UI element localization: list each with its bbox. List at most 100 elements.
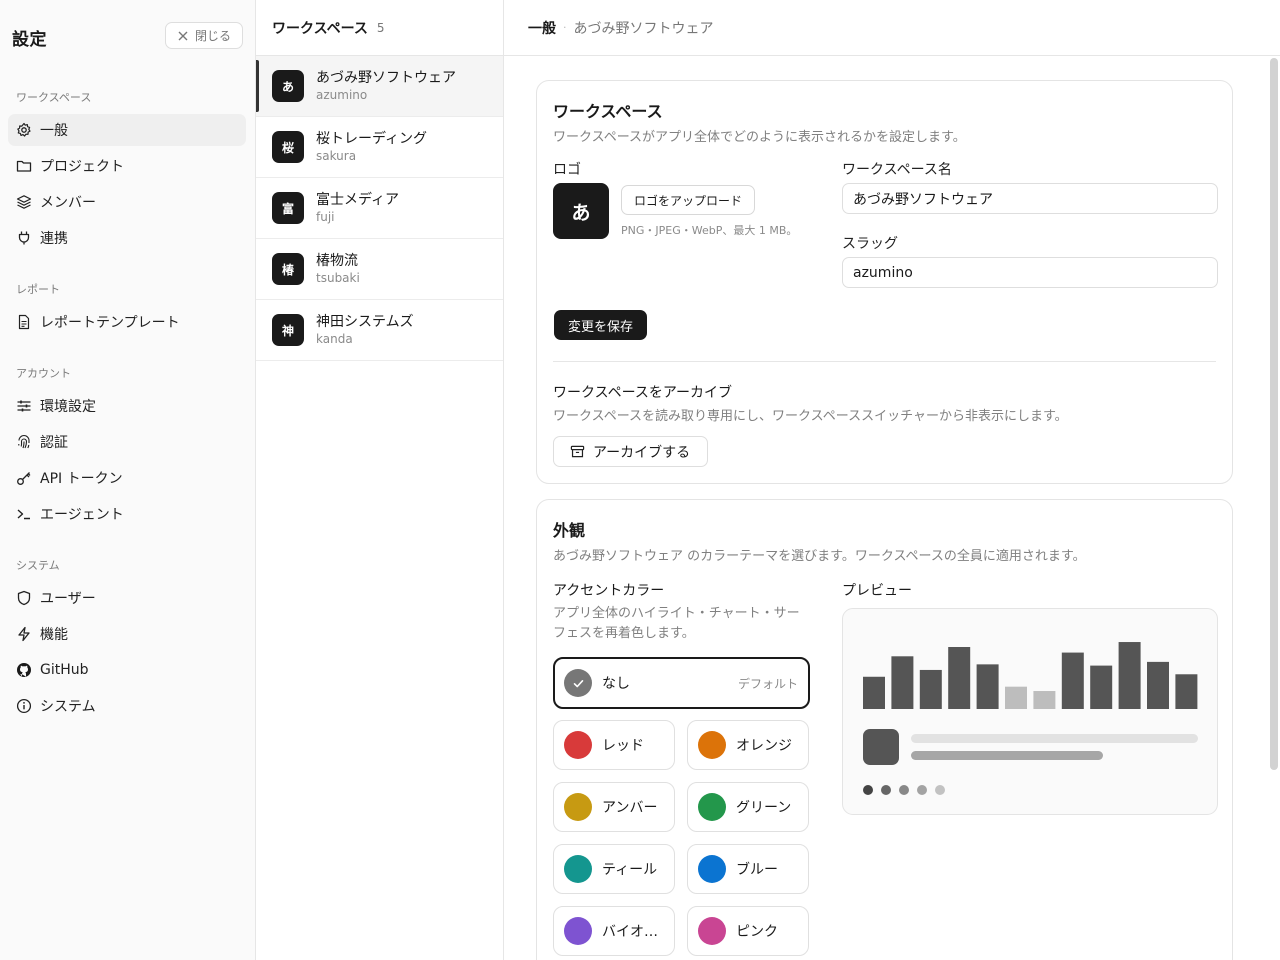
section-label-workspace: ワークスペース xyxy=(16,91,92,104)
color-option-blue[interactable]: ブルー xyxy=(687,844,809,894)
theme-preview xyxy=(842,608,1218,815)
color-option-label: ブルー xyxy=(736,862,778,878)
workspace-row-tsubaki[interactable]: 椿 椿物流 tsubaki xyxy=(256,239,503,300)
sidebar-item-projects[interactable]: プロジェクト xyxy=(8,150,246,182)
workspace-avatar: 神 xyxy=(272,314,304,346)
workspace-row-fuji[interactable]: 富 富士メディア fuji xyxy=(256,178,503,239)
preview-bar xyxy=(1147,661,1169,709)
workspace-name-label: ワークスペース名 xyxy=(842,162,952,178)
workspace-card-description: ワークスペースがアプリ全体でどのように表示されるかを設定します。 xyxy=(553,130,966,145)
file-text-icon xyxy=(18,314,30,330)
preview-bar xyxy=(919,669,942,709)
sidebar-item-label: 環境設定 xyxy=(40,399,96,415)
sidebar-item-github[interactable]: GitHub xyxy=(8,654,246,686)
workspace-avatar: 桜 xyxy=(272,131,304,163)
color-option-label: オレンジ xyxy=(736,738,792,754)
slug-label: スラッグ xyxy=(842,236,898,252)
sidebar-item-users[interactable]: ユーザー xyxy=(8,582,246,614)
accent-color-label: アクセントカラー xyxy=(553,583,665,599)
upload-logo-button[interactable]: ロゴをアップロード xyxy=(621,185,756,215)
archive-icon xyxy=(570,445,585,458)
preview-line xyxy=(911,734,1198,743)
color-option-red[interactable]: レッド xyxy=(553,720,675,770)
workspace-row-sakura[interactable]: 桜 桜トレーディング sakura xyxy=(256,117,503,178)
breadcrumb-parent[interactable]: あづみ野ソフトウェア xyxy=(574,18,714,38)
preview-label: プレビュー xyxy=(842,583,912,599)
preview-avatar xyxy=(863,729,899,765)
section-label-reports: レポート xyxy=(16,283,60,296)
workspace-list-header: ワークスペース 5 xyxy=(256,0,503,56)
sidebar-item-label: システム xyxy=(40,699,96,715)
color-swatch xyxy=(698,731,726,759)
preview-bar xyxy=(1175,674,1198,709)
sliders-icon xyxy=(17,400,31,412)
logo-label: ロゴ xyxy=(553,162,581,178)
sidebar-item-report-templates[interactable]: レポートテンプレート xyxy=(8,306,246,338)
github-icon xyxy=(17,663,31,677)
sidebar-item-authentication[interactable]: 認証 xyxy=(8,426,246,458)
sidebar-item-api-tokens[interactable]: API トークン xyxy=(8,462,246,494)
sidebar-item-label: 認証 xyxy=(40,435,68,451)
color-option-violet[interactable]: バイオ… xyxy=(553,906,675,956)
preview-bar xyxy=(863,676,885,709)
workspace-slug: kanda xyxy=(316,332,353,346)
workspace-name: あづみ野ソフトウェア xyxy=(316,70,456,86)
default-tag: デフォルト xyxy=(737,676,798,691)
workspace-row-azumino[interactable]: あ あづみ野ソフトウェア azumino xyxy=(256,56,503,117)
color-option-none[interactable]: なし デフォルト xyxy=(553,657,810,709)
sidebar-item-system[interactable]: システム xyxy=(8,690,246,722)
slug-input[interactable]: azumino xyxy=(842,257,1218,288)
sidebar-item-general[interactable]: 一般 xyxy=(8,114,246,146)
workspace-list-title: ワークスペース xyxy=(272,20,368,37)
preview-bar xyxy=(891,656,914,709)
sidebar-item-label: 連携 xyxy=(40,231,68,247)
appearance-card-description: あづみ野ソフトウェア のカラーテーマを選びます。ワークスペースの全員に適用されま… xyxy=(553,549,1086,564)
color-option-green[interactable]: グリーン xyxy=(687,782,809,832)
sidebar-item-agents[interactable]: エージェント xyxy=(8,498,246,530)
archive-description: ワークスペースを読み取り専用にし、ワークスペーススイッチャーから非表示にします。 xyxy=(553,409,1068,424)
terminal-icon xyxy=(17,509,30,520)
sidebar-item-label: 一般 xyxy=(40,123,68,139)
settings-content: 一般 · あづみ野ソフトウェア ワークスペース ワークスペースがアプリ全体でどの… xyxy=(504,0,1280,960)
preview-dot xyxy=(863,785,873,795)
divider xyxy=(553,361,1216,362)
settings-sidebar: 設定 閉じる ワークスペース 一般 プロジェクト メンバー 連携 レポート レポ… xyxy=(0,0,256,960)
preview-bar xyxy=(1090,665,1113,709)
save-changes-button[interactable]: 変更を保存 xyxy=(554,310,648,340)
color-swatch xyxy=(564,793,592,821)
workspace-name-input[interactable]: あづみ野ソフトウェア xyxy=(842,183,1218,214)
color-option-pink[interactable]: ピンク xyxy=(687,906,809,956)
preview-line xyxy=(911,751,1103,760)
key-icon xyxy=(17,472,31,485)
preview-bar xyxy=(976,664,999,709)
color-option-teal[interactable]: ティール xyxy=(553,844,675,894)
preview-dot xyxy=(935,785,945,795)
sidebar-item-label: メンバー xyxy=(40,195,96,211)
folder-icon xyxy=(16,160,32,172)
sidebar-item-features[interactable]: 機能 xyxy=(8,618,246,650)
sidebar-item-members[interactable]: メンバー xyxy=(8,186,246,218)
breadcrumb-separator: · xyxy=(563,21,567,34)
sidebar-item-preferences[interactable]: 環境設定 xyxy=(8,390,246,422)
sidebar-item-integrations[interactable]: 連携 xyxy=(8,222,246,254)
sidebar-item-label: エージェント xyxy=(40,507,124,523)
appearance-card-title: 外観 xyxy=(553,521,586,540)
color-option-label: アンバー xyxy=(602,800,658,816)
color-swatch xyxy=(698,917,726,945)
close-button[interactable]: 閉じる xyxy=(165,22,243,49)
sidebar-item-label: レポートテンプレート xyxy=(40,315,180,331)
color-swatch xyxy=(564,855,592,883)
preview-bar xyxy=(1118,642,1141,709)
archive-button[interactable]: アーカイブする xyxy=(553,436,708,467)
layers-icon xyxy=(16,195,32,209)
check-icon xyxy=(573,679,583,687)
preview-dot xyxy=(881,785,891,795)
color-option-orange[interactable]: オレンジ xyxy=(687,720,809,770)
workspace-row-kanda[interactable]: 神 神田システムズ kanda xyxy=(256,300,503,361)
workspace-avatar: 椿 xyxy=(272,253,304,285)
sidebar-item-label: API トークン xyxy=(40,471,123,487)
zap-icon xyxy=(18,626,30,642)
color-option-label: なし xyxy=(602,676,630,692)
color-option-amber[interactable]: アンバー xyxy=(553,782,675,832)
scrollbar-thumb[interactable] xyxy=(1270,58,1278,770)
